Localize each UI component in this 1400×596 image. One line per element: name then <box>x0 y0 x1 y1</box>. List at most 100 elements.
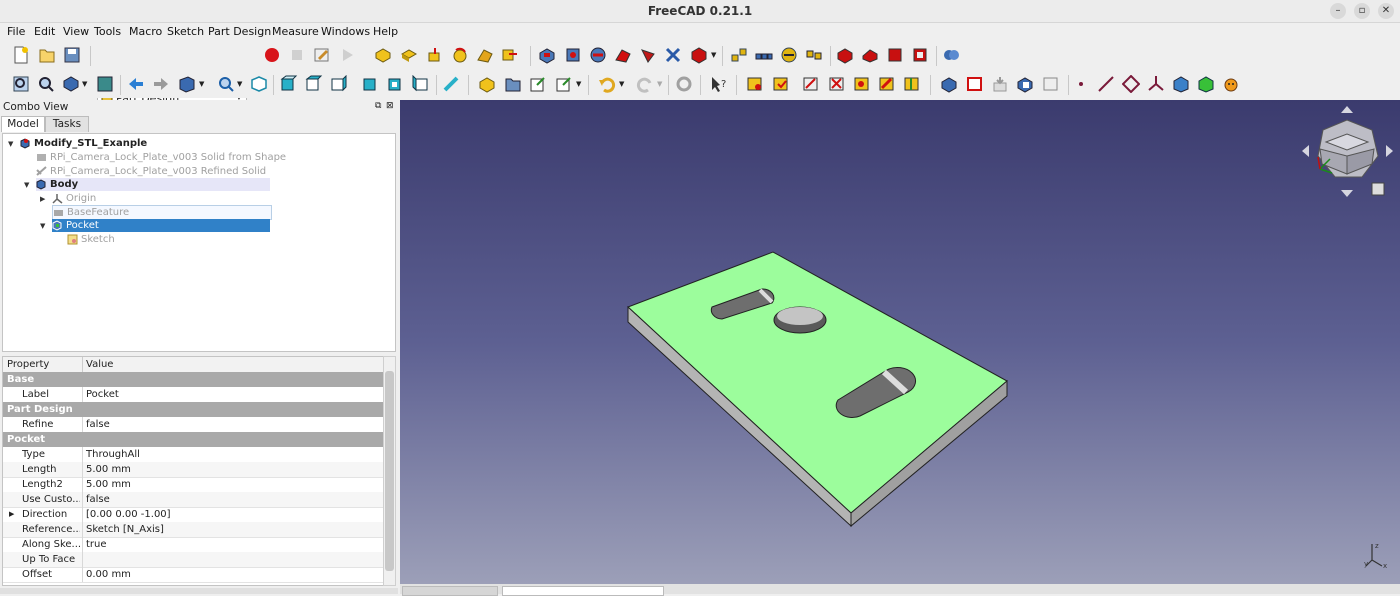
menu-file[interactable]: File <box>7 25 25 38</box>
property-value[interactable]: 5.00 mm <box>82 477 131 492</box>
boolean-icon[interactable] <box>942 46 960 64</box>
draw-style-icon[interactable] <box>62 75 80 93</box>
create-part-icon[interactable] <box>478 75 496 93</box>
subtractive-helix-icon[interactable] <box>664 46 682 64</box>
polar-pattern-icon[interactable] <box>780 46 798 64</box>
measure-distance-icon[interactable] <box>442 75 460 93</box>
merge-sketches-icon[interactable] <box>878 75 896 93</box>
top-view-icon[interactable] <box>305 75 323 93</box>
datum-plane-icon[interactable] <box>1122 75 1140 93</box>
tree-item-pocket[interactable]: Pocket <box>52 219 270 232</box>
bounding-box-icon[interactable] <box>96 75 114 93</box>
menu-windows[interactable]: Windows <box>321 25 370 38</box>
edit-sketch-icon[interactable] <box>802 75 820 93</box>
front-view-icon[interactable] <box>280 75 298 93</box>
chevron-down-icon[interactable]: ▼ <box>576 80 581 88</box>
menu-part-design[interactable]: Part Design <box>208 25 271 38</box>
stop-macro-icon[interactable] <box>288 46 306 64</box>
property-value[interactable]: [0.00 0.00 -1.00] <box>82 507 171 522</box>
subtractive-loft-icon[interactable] <box>614 46 632 64</box>
thickness-icon[interactable] <box>911 46 929 64</box>
property-value[interactable] <box>82 552 86 567</box>
close-button[interactable]: ✕ <box>1378 3 1394 19</box>
chevron-down-icon[interactable]: ▼ <box>82 80 87 88</box>
pocket-icon[interactable] <box>538 46 556 64</box>
pipe-icon[interactable] <box>501 46 519 64</box>
collapse-arrow-icon[interactable]: ▼ <box>24 181 29 189</box>
link-actions-icon[interactable] <box>555 75 573 93</box>
tab-document[interactable] <box>502 586 664 596</box>
mirror-sketch-icon[interactable] <box>903 75 921 93</box>
menu-macro[interactable]: Macro <box>129 25 162 38</box>
expand-arrow-icon[interactable]: ▶ <box>9 507 14 522</box>
tab-start-page[interactable] <box>402 586 498 596</box>
validate-sketch-icon[interactable] <box>772 75 790 93</box>
forward-arrow-icon[interactable] <box>152 75 170 93</box>
tab-model[interactable]: Model <box>1 116 45 132</box>
menu-view[interactable]: View <box>63 25 89 38</box>
property-row-use-custom[interactable]: Use Custo... false <box>3 492 383 508</box>
multitransform-icon[interactable] <box>805 46 823 64</box>
local-cs-icon[interactable] <box>1147 75 1165 93</box>
property-value[interactable]: Sketch [N_Axis] <box>82 522 164 537</box>
menu-sketch[interactable]: Sketch <box>167 25 204 38</box>
sketch-icon[interactable] <box>746 75 764 93</box>
property-value[interactable]: 0.00 mm <box>82 567 131 582</box>
sub-binder-icon[interactable] <box>1172 75 1190 93</box>
property-row-label[interactable]: Label Pocket <box>3 387 383 403</box>
property-row-up-to-face[interactable]: Up To Face <box>3 552 383 568</box>
property-row-direction[interactable]: ▶ Direction [0.00 0.00 -1.00] <box>3 507 383 523</box>
property-value[interactable]: Pocket <box>82 387 119 402</box>
new-document-icon[interactable] <box>12 46 30 64</box>
record-macro-icon[interactable] <box>263 46 281 64</box>
clone-body-icon[interactable] <box>1197 75 1215 93</box>
plate-top-face[interactable] <box>627 251 1008 514</box>
navigation-cube-icon[interactable] <box>1300 104 1395 199</box>
fit-all-icon[interactable] <box>12 75 30 93</box>
datum-point-icon[interactable] <box>1072 75 1090 93</box>
back-arrow-icon[interactable] <box>127 75 145 93</box>
local-coordinate-icon[interactable] <box>1042 75 1060 93</box>
tree-item-basefeature[interactable]: BaseFeature <box>52 205 272 220</box>
create-group-icon[interactable] <box>504 75 522 93</box>
property-row-offset[interactable]: Offset 0.00 mm <box>3 567 383 583</box>
menu-help[interactable]: Help <box>373 25 398 38</box>
3d-viewport[interactable]: z x y <box>400 100 1400 584</box>
menu-tools[interactable]: Tools <box>94 25 121 38</box>
datum-line-icon[interactable] <box>1097 75 1115 93</box>
shape-binder-icon[interactable] <box>940 75 958 93</box>
linear-pattern-icon[interactable] <box>755 46 773 64</box>
create-shapebinder-icon[interactable] <box>400 46 418 64</box>
sub-shape-binder-icon[interactable] <box>966 75 984 93</box>
undo-icon[interactable] <box>598 75 616 93</box>
map-sketch-icon[interactable] <box>828 75 846 93</box>
maximize-button[interactable]: ▫ <box>1354 3 1370 19</box>
property-value[interactable]: ThroughAll <box>82 447 140 462</box>
property-row-length2[interactable]: Length2 5.00 mm <box>3 477 383 493</box>
chevron-down-icon[interactable]: ▼ <box>657 80 662 88</box>
draft-icon[interactable] <box>886 46 904 64</box>
float-panel-icon[interactable]: ⧉ <box>375 101 381 111</box>
fillet-icon[interactable] <box>836 46 854 64</box>
zoom-icon[interactable] <box>217 75 235 93</box>
tree-item-body[interactable]: Body <box>36 178 270 191</box>
property-value[interactable]: false <box>82 492 110 507</box>
save-document-icon[interactable] <box>63 46 81 64</box>
property-value[interactable]: true <box>82 537 107 552</box>
property-value[interactable]: false <box>82 417 110 432</box>
sprocket-icon[interactable] <box>1222 75 1240 93</box>
scroll-thumb[interactable] <box>385 371 394 571</box>
collapse-arrow-icon[interactable]: ▼ <box>8 140 13 148</box>
reorient-sketch-icon[interactable] <box>853 75 871 93</box>
chamfer-icon[interactable] <box>861 46 879 64</box>
menu-edit[interactable]: Edit <box>34 25 55 38</box>
body-icon[interactable] <box>374 46 392 64</box>
pad-icon[interactable] <box>426 46 444 64</box>
collapse-arrow-icon[interactable]: ▼ <box>40 222 45 230</box>
run-macro-icon[interactable] <box>338 46 356 64</box>
tab-tasks[interactable]: Tasks <box>45 116 89 132</box>
property-value[interactable]: 5.00 mm <box>82 462 131 477</box>
groove-icon[interactable] <box>589 46 607 64</box>
subtractive-pipe-icon[interactable] <box>639 46 657 64</box>
property-row-reference[interactable]: Reference... Sketch [N_Axis] <box>3 522 383 538</box>
